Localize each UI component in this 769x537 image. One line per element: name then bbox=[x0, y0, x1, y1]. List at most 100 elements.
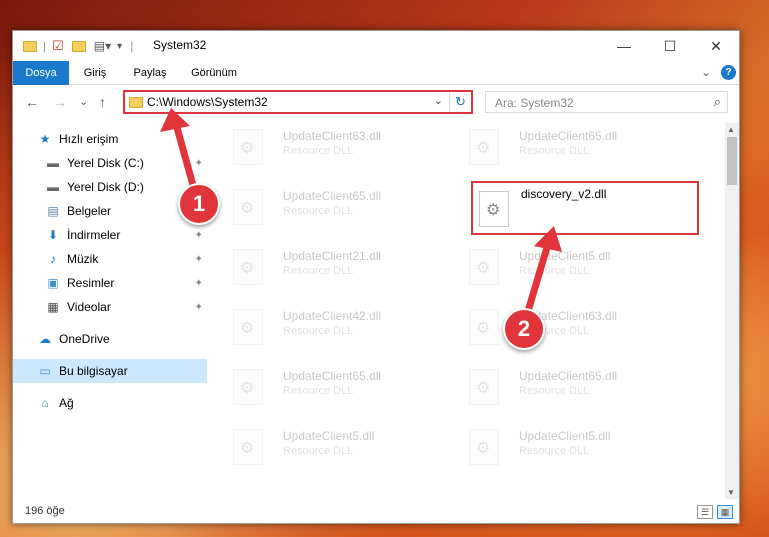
tab-gorunum[interactable]: Görünüm bbox=[185, 61, 243, 85]
search-placeholder: Ara: System32 bbox=[495, 96, 574, 110]
videos-icon: ▦ bbox=[47, 300, 59, 314]
file-item[interactable]: ⚙ UpdateClient21.dll Resource DLL bbox=[213, 241, 441, 295]
ribbon-tabs: Dosya Giriş Paylaş Görünüm ⌄ ? bbox=[13, 61, 739, 85]
sidebar-item-disk-c[interactable]: ▬ Yerel Disk (C:) ✦ bbox=[13, 151, 207, 175]
scrollbar-thumb[interactable] bbox=[727, 137, 737, 185]
gear-icon: ⚙ bbox=[240, 320, 255, 337]
file-item-discovery[interactable]: ⚙ discovery_v2.dll bbox=[471, 181, 699, 235]
file-name: UpdateClient5.dll bbox=[519, 429, 611, 443]
dll-file-icon: ⚙ bbox=[469, 429, 499, 465]
details-view-icon[interactable]: ☰ bbox=[697, 505, 713, 519]
quick-access-toolbar: | ☑ ▤▾ ▾ | bbox=[23, 37, 133, 55]
separator: | bbox=[130, 39, 134, 53]
qa-dropdown-icon[interactable]: ▾ bbox=[117, 41, 122, 52]
file-item[interactable]: ⚙ UpdateClient65.dll Resource DLL bbox=[213, 181, 441, 235]
gear-icon: ⚙ bbox=[240, 380, 255, 397]
ribbon-expand-icon[interactable]: ⌄ bbox=[701, 65, 711, 79]
gear-icon: ⚙ bbox=[240, 440, 255, 457]
refresh-button[interactable]: ↻ bbox=[449, 92, 471, 112]
gear-icon: ⚙ bbox=[486, 202, 501, 219]
vertical-scrollbar[interactable]: ▲ ▼ bbox=[725, 123, 739, 499]
address-path: C:\Windows\System32 bbox=[147, 95, 268, 109]
address-dropdown-icon[interactable]: ⌄ bbox=[434, 94, 443, 107]
network-icon: ⌂ bbox=[41, 396, 49, 410]
sidebar-item-label: Müzik bbox=[67, 252, 99, 266]
dll-file-icon: ⚙ bbox=[233, 189, 263, 225]
recent-locations-button[interactable]: ⌄ bbox=[79, 95, 88, 108]
forward-button[interactable]: → bbox=[53, 94, 67, 110]
folder-icon bbox=[23, 40, 37, 52]
cloud-icon: ☁ bbox=[39, 332, 51, 346]
sidebar-item-muzik[interactable]: ♪ Müzik ✦ bbox=[13, 247, 207, 271]
scroll-down-icon[interactable]: ▼ bbox=[727, 488, 735, 497]
file-description: Resource DLL bbox=[519, 385, 590, 397]
title-bar: | ☑ ▤▾ ▾ | System32 — ☐ ✕ bbox=[13, 31, 739, 61]
address-bar[interactable]: C:\Windows\System32 ⌄ ↻ bbox=[123, 90, 473, 114]
sidebar-item-label: Hızlı erişim bbox=[59, 132, 119, 146]
step-2-badge: 2 bbox=[503, 308, 545, 350]
file-name: UpdateClient65.dll bbox=[519, 369, 618, 383]
dll-file-icon: ⚙ bbox=[469, 309, 499, 345]
sidebar-item-label: Belgeler bbox=[67, 204, 112, 218]
sidebar-item-label: Bu bilgisayar bbox=[59, 364, 128, 378]
up-button[interactable]: ↑ bbox=[99, 94, 106, 110]
file-description: Resource DLL bbox=[519, 445, 590, 457]
sidebar-item-quick-access[interactable]: ★ Hızlı erişim bbox=[13, 127, 207, 151]
sidebar-item-label: Ağ bbox=[59, 396, 74, 410]
gear-icon: ⚙ bbox=[476, 380, 491, 397]
music-icon: ♪ bbox=[50, 252, 56, 266]
pin-icon: ✦ bbox=[194, 301, 203, 313]
sidebar-item-label: Yerel Disk (D:) bbox=[67, 180, 144, 194]
scroll-up-icon[interactable]: ▲ bbox=[727, 125, 735, 134]
tab-paylas[interactable]: Paylaş bbox=[125, 61, 175, 85]
file-item[interactable]: ⚙ UpdateClient65.dll Resource DLL bbox=[449, 121, 677, 175]
sidebar-item-label: İndirmeler bbox=[67, 228, 121, 242]
sidebar-item-onedrive[interactable]: ☁ OneDrive bbox=[13, 327, 207, 351]
file-item[interactable]: ⚙ UpdateClient5.dll Resource DLL bbox=[449, 421, 677, 475]
dll-file-icon: ⚙ bbox=[469, 369, 499, 405]
file-description: Resource DLL bbox=[283, 445, 354, 457]
sidebar-item-indirmeler[interactable]: ⬇ İndirmeler ✦ bbox=[13, 223, 207, 247]
sidebar-item-this-pc[interactable]: ▭ Bu bilgisayar bbox=[13, 359, 207, 383]
sidebar-item-label: OneDrive bbox=[59, 332, 110, 346]
tab-giris[interactable]: Giriş bbox=[75, 61, 115, 85]
file-item[interactable]: ⚙ UpdateClient42.dll Resource DLL bbox=[213, 301, 441, 355]
navigation-pane: ★ Hızlı erişim ▬ Yerel Disk (C:) ✦ ▬ Yer… bbox=[13, 121, 207, 501]
sidebar-item-network[interactable]: ⌂ Ağ bbox=[13, 391, 207, 415]
pin-icon: ✦ bbox=[194, 157, 203, 169]
large-icons-view-icon[interactable]: ▦ bbox=[717, 505, 733, 519]
maximize-button[interactable]: ☐ bbox=[647, 31, 693, 61]
file-item[interactable]: ⚙ UpdateClient65.dll Resource DLL bbox=[213, 361, 441, 415]
sidebar-item-label: Yerel Disk (C:) bbox=[67, 156, 144, 170]
file-name: UpdateClient5.dll bbox=[283, 429, 375, 443]
search-box[interactable]: Ara: System32 ⌕ bbox=[485, 91, 728, 113]
file-item[interactable]: ⚙ UpdateClient65.dll Resource DLL bbox=[449, 361, 677, 415]
tab-dosya[interactable]: Dosya bbox=[13, 61, 69, 85]
file-item[interactable]: ⚙ UpdateClient63.dll Resource DLL bbox=[449, 301, 677, 355]
customize-icon[interactable]: ▤▾ bbox=[94, 39, 111, 53]
file-description: Resource DLL bbox=[519, 145, 590, 157]
file-item[interactable]: ⚙ UpdateClient5.dll Resource DLL bbox=[449, 241, 677, 295]
file-item[interactable]: ⚙ UpdateClient5.dll Resource DLL bbox=[213, 421, 441, 475]
sidebar-item-videolar[interactable]: ▦ Videolar ✦ bbox=[13, 295, 207, 319]
back-button[interactable]: ← bbox=[25, 94, 39, 110]
file-description: Resource DLL bbox=[283, 385, 354, 397]
gear-icon: ⚙ bbox=[240, 200, 255, 217]
close-button[interactable]: ✕ bbox=[693, 31, 739, 61]
gear-icon: ⚙ bbox=[476, 440, 491, 457]
window-title: System32 bbox=[153, 38, 207, 52]
sidebar-item-disk-d[interactable]: ▬ Yerel Disk (D:) ✦ bbox=[13, 175, 207, 199]
new-folder-icon[interactable] bbox=[71, 40, 86, 52]
dll-file-icon: ⚙ bbox=[233, 309, 263, 345]
dll-file-icon: ⚙ bbox=[469, 129, 499, 165]
help-icon[interactable]: ? bbox=[721, 65, 736, 80]
file-description: Resource DLL bbox=[283, 325, 354, 337]
properties-icon[interactable]: ☑ bbox=[52, 38, 64, 54]
file-item[interactable]: ⚙ UpdateClient63.dll Resource DLL bbox=[213, 121, 441, 175]
computer-icon: ▭ bbox=[39, 364, 51, 378]
sidebar-item-resimler[interactable]: ▣ Resimler ✦ bbox=[13, 271, 207, 295]
file-name: UpdateClient42.dll bbox=[283, 309, 382, 323]
pin-icon: ✦ bbox=[194, 229, 203, 241]
documents-icon: ▤ bbox=[47, 204, 59, 218]
minimize-button[interactable]: — bbox=[601, 31, 647, 61]
